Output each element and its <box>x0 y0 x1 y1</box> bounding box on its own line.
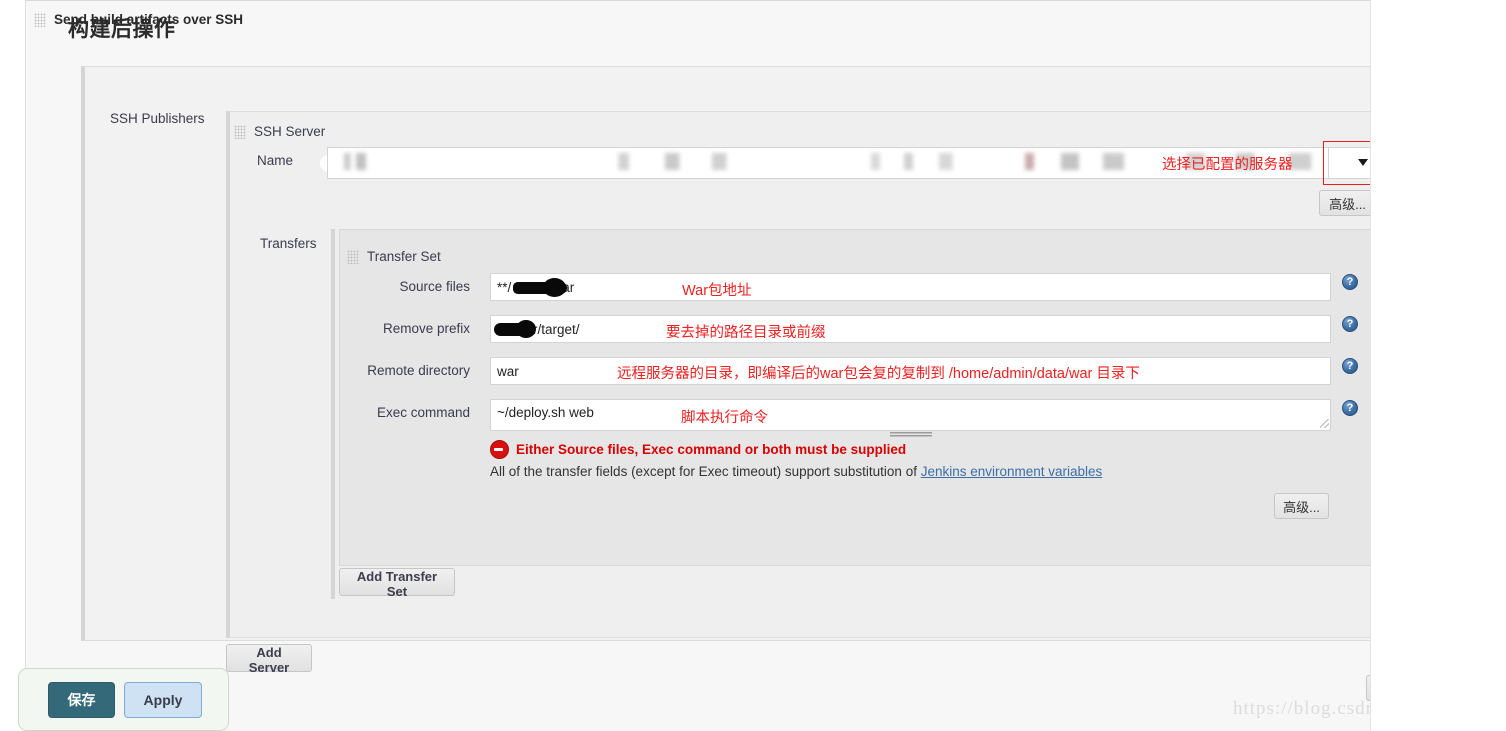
remove-prefix-label: Remove prefix <box>270 321 470 336</box>
transfers-label: Transfers <box>260 236 317 251</box>
help-icon-exec-command[interactable]: ? <box>1342 400 1358 416</box>
apply-button[interactable]: Apply <box>124 682 202 718</box>
drag-handle-icon[interactable] <box>34 13 46 27</box>
annotation-exec-command: 脚本执行命令 <box>681 406 768 427</box>
annotation-source-files: War包地址 <box>682 279 752 300</box>
post-build-actions-panel: 构建后操作 Send build artifacts over SSH X ? … <box>25 0 1370 731</box>
ssh-publishers-label: SSH Publishers <box>110 111 205 126</box>
transfer-fields-hint: All of the transfer fields (except for E… <box>490 464 1102 479</box>
error-message: Either Source files, Exec command or bot… <box>516 442 906 457</box>
ssh-server-header: SSH Server <box>234 124 325 139</box>
remove-prefix-input[interactable] <box>490 315 1331 343</box>
help-icon-remove-prefix[interactable]: ? <box>1342 316 1358 332</box>
textarea-drag-handle[interactable] <box>890 432 932 437</box>
plugin-header: Send build artifacts over SSH <box>34 12 243 27</box>
advanced-button-transfer-set[interactable]: 高级... <box>1274 493 1329 519</box>
server-select-dropdown[interactable] <box>1328 147 1376 179</box>
help-icon-source-files[interactable]: ? <box>1342 274 1358 290</box>
exec-command-textarea[interactable] <box>490 399 1331 431</box>
name-label: Name <box>257 153 293 168</box>
remote-directory-label: Remote directory <box>270 363 470 378</box>
chevron-down-icon <box>1358 159 1368 166</box>
transfer-set-header: Transfer Set <box>347 249 441 264</box>
error-icon <box>490 440 509 459</box>
annotation-remote-directory: 远程服务器的目录，即编译后的war包会复的复制到 /home/admin/dat… <box>617 362 1140 383</box>
transfer-set-title: Transfer Set <box>367 249 441 264</box>
source-files-label: Source files <box>270 279 470 294</box>
drag-handle-icon-transfer-set[interactable] <box>347 250 359 264</box>
source-files-input[interactable] <box>490 273 1331 301</box>
advanced-button-server[interactable]: 高级... <box>1319 190 1376 216</box>
add-server-button[interactable]: Add Server <box>226 644 312 672</box>
exec-command-label: Exec command <box>270 405 470 420</box>
save-button[interactable]: 保存 <box>48 682 115 718</box>
plugin-title: Send build artifacts over SSH <box>54 12 243 27</box>
hint-prefix-text: All of the transfer fields (except for E… <box>490 464 921 479</box>
right-gutter <box>1370 0 1506 731</box>
ssh-server-title: SSH Server <box>254 124 325 139</box>
drag-handle-icon-server[interactable] <box>234 125 246 139</box>
annotation-remove-prefix: 要去掉的路径目录或前缀 <box>666 321 826 342</box>
help-icon-remote-directory[interactable]: ? <box>1342 358 1358 374</box>
annotation-select-server: 选择已配置的服务器 <box>1162 153 1293 174</box>
validation-error: Either Source files, Exec command or bot… <box>490 440 906 459</box>
add-transfer-set-button[interactable]: Add Transfer Set <box>339 568 455 596</box>
jenkins-env-variables-link[interactable]: Jenkins environment variables <box>921 464 1103 479</box>
